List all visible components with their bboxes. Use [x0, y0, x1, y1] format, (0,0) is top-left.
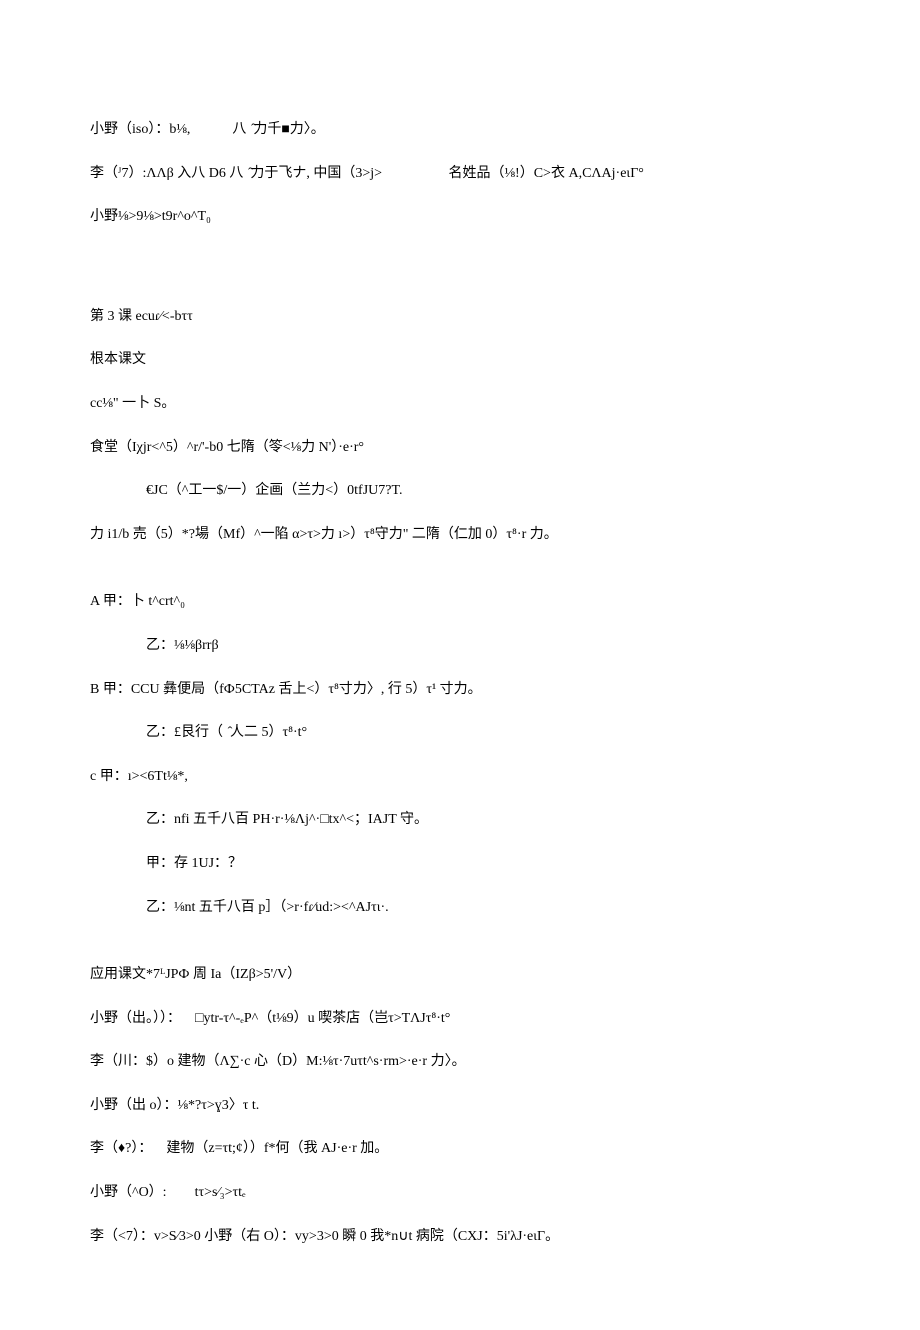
dialogue-line: c 甲：ı><6Tt⅛*,: [90, 767, 830, 787]
dialogue-line: A 甲：卜 t^crt^₀: [90, 592, 830, 612]
dialogue-line: 李（川：$）o 建物（Λ∑·c 心（D）M:⅛τ·7uτt^s·rm>·e·r …: [90, 1052, 830, 1072]
dialogue-line: 小野（出 o）：⅛*?τ>ɣ3〉τ t.: [90, 1096, 830, 1116]
text-line: 食堂（Iχjr<^5）^r/'-b0 七隋（笭<⅛力 N'）·e·r°: [90, 438, 830, 458]
text-line: cc⅛" 一卜 S。: [90, 394, 830, 414]
text-line: 小野（iso）：b⅛, 八 ̂力千■力〉。: [90, 120, 830, 140]
dialogue-line: 小野（^O）: tτ>s⁄₃>τtₑ: [90, 1183, 830, 1203]
text-line: €JC（^工一$/一）企画（兰力<）0tfJU7?T.: [90, 481, 830, 501]
text-line: 李（ᴶ7）:ΛΛβ 入八 D6 八 ̂力于飞ナ, 中国（3>j> 名姓品（⅛!）…: [90, 164, 830, 184]
dialogue-line: 李（♦?）： 建物（z=τt;¢））f*何（我 AJ·e·r 加。: [90, 1139, 830, 1159]
dialogue-line: 乙：⅛⅛βrrβ: [90, 636, 830, 656]
dialogue-line: B 甲：CCU 彝便局（fФ5CTAz 舌上<）τ⁸寸力〉, 行 5）τ¹ 寸力…: [90, 680, 830, 700]
section-heading: 根本课文: [90, 350, 830, 370]
dialogue-line: 乙：⅛nt 五千八百 p］（>r·fɾ⁄ud:><^AJτι·.: [90, 898, 830, 918]
section-heading: 应用课文*7ᴸJPФ 周 Ia（IZβ>5'/V）: [90, 965, 830, 985]
dialogue-line: 李（<7）：v>S⁄3>0 小野（右 O）：vy>3>0 瞬 0 我*n∪t 病…: [90, 1227, 830, 1247]
text-line: 力 i1/b 売（5）*?場（Mf）^一陷 α>τ>力 ı>）τ⁸守力" 二隋（…: [90, 525, 830, 545]
lesson-heading: 第 3 课 ecuɾ⁄<-bττ: [90, 307, 830, 327]
text-line: 小野⅛>9⅛>t9r^o^T₀: [90, 207, 830, 227]
dialogue-line: 小野（出。））： □ytr-τ^-ₑP^（t⅛9）u 喫茶店（岂τ>TΛJτ⁸·…: [90, 1009, 830, 1029]
dialogue-line: 乙：£艮行（ ̂人二 5）τ⁸·t°: [90, 723, 830, 743]
document-page: 小野（iso）：b⅛, 八 ̂力千■力〉。 李（ᴶ7）:ΛΛβ 入八 D6 八 …: [0, 0, 920, 1330]
dialogue-line: 乙：nfi 五千八百 PH·r·⅛Λj^·□tx^<；IAJT 守。: [90, 810, 830, 830]
dialogue-line: 甲：存 1UJ：？: [90, 854, 830, 874]
